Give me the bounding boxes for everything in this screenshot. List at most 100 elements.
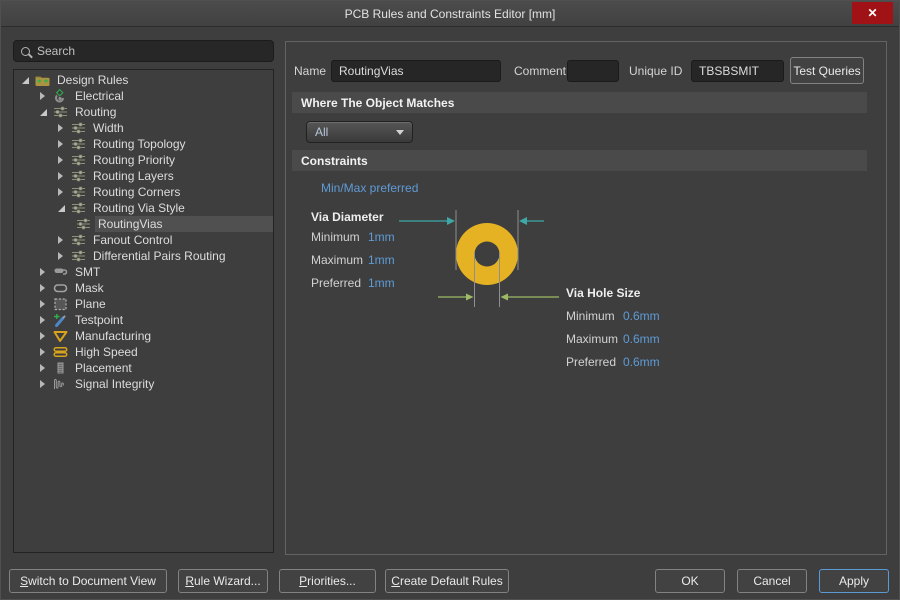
rule-wizard-button[interactable]: Rule Wizard... xyxy=(178,569,268,593)
tree-item-plane[interactable]: Plane xyxy=(14,296,273,312)
test-queries-button[interactable]: Test Queries xyxy=(790,57,864,84)
tree-item-routing-via-style[interactable]: Routing Via Style xyxy=(14,200,273,216)
expand-arrow-icon[interactable] xyxy=(40,92,53,100)
via-diameter-maximum-value[interactable]: 1mm xyxy=(368,253,395,267)
plane-icon xyxy=(53,297,69,311)
window-title: PCB Rules and Constraints Editor [mm] xyxy=(345,7,556,21)
tree-item-label: Mask xyxy=(72,280,273,296)
tree-item-label: Width xyxy=(90,120,273,136)
chevron-down-icon xyxy=(396,130,404,135)
tree-item-routingvias[interactable]: RoutingVias xyxy=(14,216,273,232)
tree-item-label: Differential Pairs Routing xyxy=(90,248,273,264)
search-input[interactable] xyxy=(37,44,266,58)
tree-item-signal-integrity[interactable]: Signal Integrity xyxy=(14,376,273,392)
tree-item-manufacturing[interactable]: Manufacturing xyxy=(14,328,273,344)
smt-icon xyxy=(53,265,69,279)
expand-arrow-icon[interactable] xyxy=(58,252,71,260)
via-hole-maximum-value[interactable]: 0.6mm xyxy=(623,332,660,346)
minmax-preferred-link[interactable]: Min/Max preferred xyxy=(321,181,418,195)
pcb-rules-dialog: PCB Rules and Constraints Editor [mm] ✕ … xyxy=(0,0,900,600)
priorities-button[interactable]: Priorities... xyxy=(279,569,376,593)
tree-item-label: Manufacturing xyxy=(72,328,273,344)
tree-item-routing-corners[interactable]: Routing Corners xyxy=(14,184,273,200)
high-speed-icon xyxy=(53,345,69,359)
tree-item-routing-layers[interactable]: Routing Layers xyxy=(14,168,273,184)
cancel-button[interactable]: Cancel xyxy=(737,569,807,593)
expand-arrow-icon[interactable] xyxy=(40,268,53,276)
expand-arrow-icon[interactable] xyxy=(58,124,71,132)
apply-button[interactable]: Apply xyxy=(819,569,889,593)
expand-arrow-icon[interactable] xyxy=(58,236,71,244)
scope-dropdown[interactable]: All xyxy=(306,121,413,143)
comment-input[interactable] xyxy=(567,60,619,82)
tree-item-smt[interactable]: SMT xyxy=(14,264,273,280)
tree-item-label: SMT xyxy=(72,264,273,280)
tree-item-design-rules[interactable]: Design Rules xyxy=(14,72,273,88)
tree-item-label: Routing Priority xyxy=(90,152,273,168)
tree-item-routing-priority[interactable]: Routing Priority xyxy=(14,152,273,168)
tree-item-label: Electrical xyxy=(72,88,273,104)
expand-arrow-icon[interactable] xyxy=(40,380,53,388)
via-diameter-preferred-value[interactable]: 1mm xyxy=(368,276,395,290)
rule-editor-panel: Name Comment Unique ID Test Queries Wher… xyxy=(285,41,887,555)
tree-item-label: Routing Layers xyxy=(90,168,273,184)
via-diameter-minimum-value[interactable]: 1mm xyxy=(368,230,395,244)
via-hole-preferred-value[interactable]: 0.6mm xyxy=(623,355,660,369)
tree-item-differential-pairs-routing[interactable]: Differential Pairs Routing xyxy=(14,248,273,264)
tree-item-routing[interactable]: Routing xyxy=(14,104,273,120)
create-default-rules-button[interactable]: Create Default Rules xyxy=(385,569,509,593)
tree-item-width[interactable]: Width xyxy=(14,120,273,136)
hole-extent-lines xyxy=(475,252,500,307)
manufacturing-icon xyxy=(53,329,69,343)
where-matches-heading: Where The Object Matches xyxy=(301,96,454,110)
tree-item-high-speed[interactable]: High Speed xyxy=(14,344,273,360)
tree-item-electrical[interactable]: Electrical xyxy=(14,88,273,104)
rule-category-icon xyxy=(71,201,87,215)
collapse-arrow-icon[interactable] xyxy=(58,205,71,212)
expand-arrow-icon[interactable] xyxy=(58,172,71,180)
via-hole-preferred-row: Preferred 0.6mm xyxy=(566,355,660,369)
tree-item-routing-topology[interactable]: Routing Topology xyxy=(14,136,273,152)
expand-arrow-icon[interactable] xyxy=(40,364,53,372)
minimum-label: Minimum xyxy=(311,230,368,244)
mask-icon xyxy=(53,281,69,295)
tree-item-testpoint[interactable]: Testpoint xyxy=(14,312,273,328)
expand-arrow-icon[interactable] xyxy=(58,188,71,196)
expand-arrow-icon[interactable] xyxy=(58,156,71,164)
expand-arrow-icon[interactable] xyxy=(40,284,53,292)
close-icon: ✕ xyxy=(867,6,877,20)
tree-item-placement[interactable]: Placement xyxy=(14,360,273,376)
via-diameter-minimum-row: Minimum 1mm xyxy=(311,230,395,244)
collapse-arrow-icon[interactable] xyxy=(40,109,53,116)
rule-category-icon xyxy=(71,137,87,151)
expand-arrow-icon[interactable] xyxy=(40,300,53,308)
close-button[interactable]: ✕ xyxy=(852,2,893,24)
maximum-label: Maximum xyxy=(311,253,368,267)
via-diameter-title: Via Diameter xyxy=(311,210,395,224)
via-diameter-maximum-row: Maximum 1mm xyxy=(311,253,395,267)
diameter-extent-lines xyxy=(456,210,518,270)
ok-button[interactable]: OK xyxy=(655,569,725,593)
rule-category-icon xyxy=(71,185,87,199)
tree-item-fanout-control[interactable]: Fanout Control xyxy=(14,232,273,248)
expand-arrow-icon[interactable] xyxy=(40,332,53,340)
via-diameter-constraints: Via Diameter Minimum 1mm Maximum 1mm Pre… xyxy=(311,210,395,299)
tree-item-label: Signal Integrity xyxy=(72,376,273,392)
via-hole-minimum-value[interactable]: 0.6mm xyxy=(623,309,660,323)
switch-to-document-view-button[interactable]: Switch to Document View xyxy=(9,569,167,593)
section-where-object-matches: Where The Object Matches xyxy=(292,92,867,113)
expand-arrow-icon[interactable] xyxy=(40,348,53,356)
electrical-icon xyxy=(53,89,69,103)
expand-arrow-icon[interactable] xyxy=(58,140,71,148)
unique-id-input[interactable] xyxy=(691,60,784,82)
expand-arrow-icon[interactable] xyxy=(40,316,53,324)
collapse-arrow-icon[interactable] xyxy=(22,77,35,84)
hole-arrowheads xyxy=(466,294,508,301)
preferred-label: Preferred xyxy=(311,276,368,290)
titlebar[interactable]: PCB Rules and Constraints Editor [mm] ✕ xyxy=(1,1,899,27)
rule-category-icon xyxy=(71,233,87,247)
search-box[interactable] xyxy=(13,40,274,62)
constraints-heading: Constraints xyxy=(301,154,368,168)
name-input[interactable] xyxy=(331,60,501,82)
tree-item-mask[interactable]: Mask xyxy=(14,280,273,296)
